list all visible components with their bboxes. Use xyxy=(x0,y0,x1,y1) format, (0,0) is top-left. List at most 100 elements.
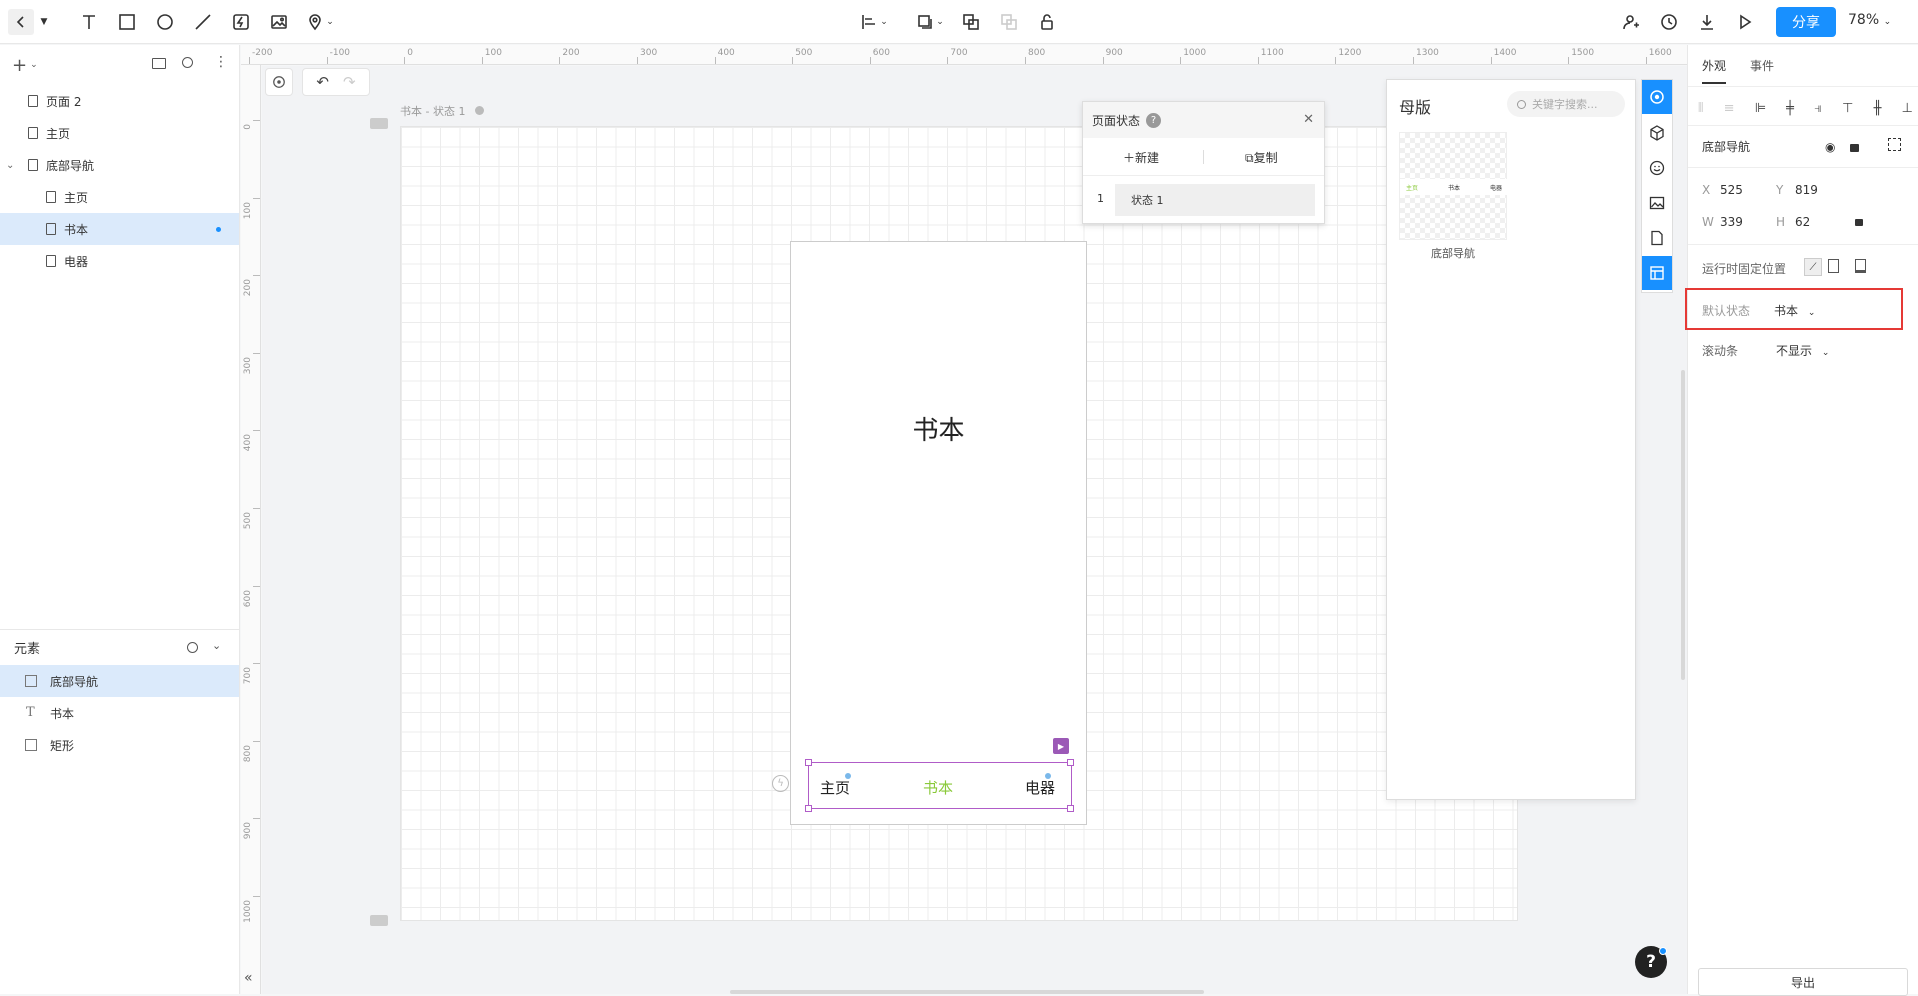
share-button[interactable]: 分享 xyxy=(1776,7,1836,37)
tab-styles[interactable] xyxy=(1642,80,1672,114)
new-state-button[interactable]: ＋新建 xyxy=(1123,149,1159,166)
preview-button[interactable] xyxy=(1732,9,1758,35)
resize-handle[interactable] xyxy=(1067,805,1074,812)
horizontal-scrollbar[interactable] xyxy=(730,990,1204,994)
arrange-button[interactable]: ⌄ xyxy=(912,9,948,35)
rect-tool-button[interactable] xyxy=(114,9,140,35)
lock-icon[interactable] xyxy=(1850,144,1859,152)
page-item-sub-home[interactable]: 主页 xyxy=(0,181,239,213)
search-icon[interactable] xyxy=(182,57,193,68)
page-item-page2[interactable]: 页面 2 xyxy=(0,85,239,117)
resize-handle[interactable] xyxy=(805,759,812,766)
nav-item-appliance[interactable]: 电器 xyxy=(1025,777,1055,798)
line-tool-button[interactable] xyxy=(190,9,216,35)
page-item-home[interactable]: 主页 xyxy=(0,117,239,149)
chevron-down-icon[interactable]: ⌄ xyxy=(30,60,38,70)
text-tool-button[interactable] xyxy=(76,9,102,35)
zoom-dropdown[interactable]: 78% ⌄ xyxy=(1848,12,1891,28)
location-tool-button[interactable]: ⌄ xyxy=(302,9,338,35)
nav-item-book[interactable]: 书本 xyxy=(923,777,953,798)
search-icon[interactable] xyxy=(187,642,198,653)
ruler-tick-label: 600 xyxy=(872,48,890,58)
comment-icon[interactable] xyxy=(370,915,388,926)
scrollbar-select[interactable]: 不显示 ⌄ xyxy=(1776,342,1829,359)
align-left-icon[interactable]: ⊫ xyxy=(1755,101,1766,116)
tab-pages[interactable] xyxy=(1642,221,1672,255)
state-row[interactable]: 1 状态 1 xyxy=(1083,176,1324,222)
help-circle-icon[interactable]: ? xyxy=(1146,112,1162,128)
comment-icon[interactable] xyxy=(370,118,388,129)
hotspot-tool-button[interactable] xyxy=(228,9,254,35)
page-item-book[interactable]: 书本 xyxy=(0,213,239,245)
element-item-rect[interactable]: 矩形 xyxy=(0,729,239,761)
nav-item-home[interactable]: 主页 xyxy=(820,777,850,798)
page-item-bottom-nav[interactable]: ⌄ 底部导航 xyxy=(0,149,239,181)
align-center-icon[interactable]: ╪ xyxy=(1786,101,1794,116)
aspect-lock-icon[interactable] xyxy=(1855,219,1863,226)
more-icon[interactable]: ⋮ xyxy=(214,55,228,69)
master-thumbnail[interactable]: 主页 书本 电器 xyxy=(1399,132,1508,240)
download-button[interactable] xyxy=(1694,9,1720,35)
side-icon-bar xyxy=(1641,79,1673,293)
bottom-nav-component[interactable]: 主页 书本 电器 xyxy=(808,762,1072,809)
state-row-label-box[interactable]: 状态 1 xyxy=(1115,184,1315,216)
tab-events[interactable]: 事件 xyxy=(1750,57,1774,74)
master-search[interactable]: 关键字搜索... xyxy=(1507,91,1625,117)
align-button[interactable]: ⌄ xyxy=(856,9,892,35)
phone-frame[interactable]: 书本 xyxy=(790,241,1087,825)
element-item-bottom-nav[interactable]: 底部导航 xyxy=(0,665,239,697)
align-middle-icon[interactable]: ╫ xyxy=(1874,101,1882,116)
eye-icon[interactable]: ◉ xyxy=(1825,140,1835,154)
ellipse-tool-button[interactable] xyxy=(152,9,178,35)
collaborator-button[interactable] xyxy=(1618,9,1644,35)
copy-state-button[interactable]: ⧉复制 xyxy=(1245,149,1278,166)
element-item-book-text[interactable]: T 书本 xyxy=(0,697,239,729)
x-value[interactable]: 525 xyxy=(1720,183,1743,197)
undo-icon[interactable]: ↶ xyxy=(316,73,329,91)
default-state-select[interactable]: 书本 ⌄ xyxy=(1774,302,1815,319)
w-value[interactable]: 339 xyxy=(1720,215,1743,229)
image-tool-button[interactable] xyxy=(266,9,292,35)
folder-icon[interactable] xyxy=(152,58,166,69)
fixed-top-button[interactable] xyxy=(1828,259,1839,273)
align-top-icon[interactable]: ⊤ xyxy=(1842,101,1853,116)
detach-master-icon[interactable] xyxy=(1888,138,1901,151)
vertical-scrollbar[interactable] xyxy=(1681,370,1685,680)
export-button[interactable]: 导出 xyxy=(1698,968,1908,996)
resize-handle[interactable] xyxy=(805,805,812,812)
page-item-label: 页面 2 xyxy=(46,94,82,109)
ungroup-button[interactable] xyxy=(996,9,1022,35)
back-button[interactable] xyxy=(8,9,34,35)
add-page-button[interactable]: + xyxy=(12,55,27,76)
target-button[interactable] xyxy=(265,68,293,96)
distribute-h-icon[interactable]: ⫴ xyxy=(1698,101,1703,116)
tab-components[interactable] xyxy=(1642,116,1672,150)
interaction-play-icon[interactable]: ▶ xyxy=(1053,738,1069,754)
distribute-v-icon[interactable]: ≡ xyxy=(1724,101,1735,116)
h-value[interactable]: 62 xyxy=(1795,215,1810,229)
close-icon[interactable]: ✕ xyxy=(1303,112,1314,127)
lock-button[interactable] xyxy=(1034,9,1060,35)
group-button[interactable] xyxy=(958,9,984,35)
tab-appearance[interactable]: 外观 xyxy=(1702,57,1727,84)
ruler-tick xyxy=(253,508,260,509)
redo-icon[interactable]: ↷ xyxy=(343,73,356,91)
chevron-down-icon[interactable]: ⌄ xyxy=(212,639,221,652)
fixed-none-button[interactable]: ⟋ xyxy=(1804,258,1822,276)
page-item-appliance[interactable]: 电器 xyxy=(0,245,239,277)
collapse-panel-button[interactable]: « xyxy=(244,970,253,986)
align-right-icon[interactable]: ⫣ xyxy=(1814,101,1822,116)
align-bottom-icon[interactable]: ⊥ xyxy=(1902,101,1913,116)
resize-handle[interactable] xyxy=(1067,759,1074,766)
ruler-tick-label: 100 xyxy=(243,201,253,219)
y-value[interactable]: 819 xyxy=(1795,183,1818,197)
back-dropdown-button[interactable]: ▼ xyxy=(36,9,52,35)
history-button[interactable] xyxy=(1656,9,1682,35)
phone-title-text[interactable]: 书本 xyxy=(791,410,1086,447)
tab-masters[interactable] xyxy=(1642,256,1672,290)
lightning-icon[interactable]: ϟ xyxy=(772,775,789,792)
fixed-bottom-button[interactable] xyxy=(1855,259,1866,273)
chevron-down-icon[interactable]: ⌄ xyxy=(6,160,14,171)
tab-icons[interactable] xyxy=(1642,151,1672,185)
tab-images[interactable] xyxy=(1642,186,1672,220)
